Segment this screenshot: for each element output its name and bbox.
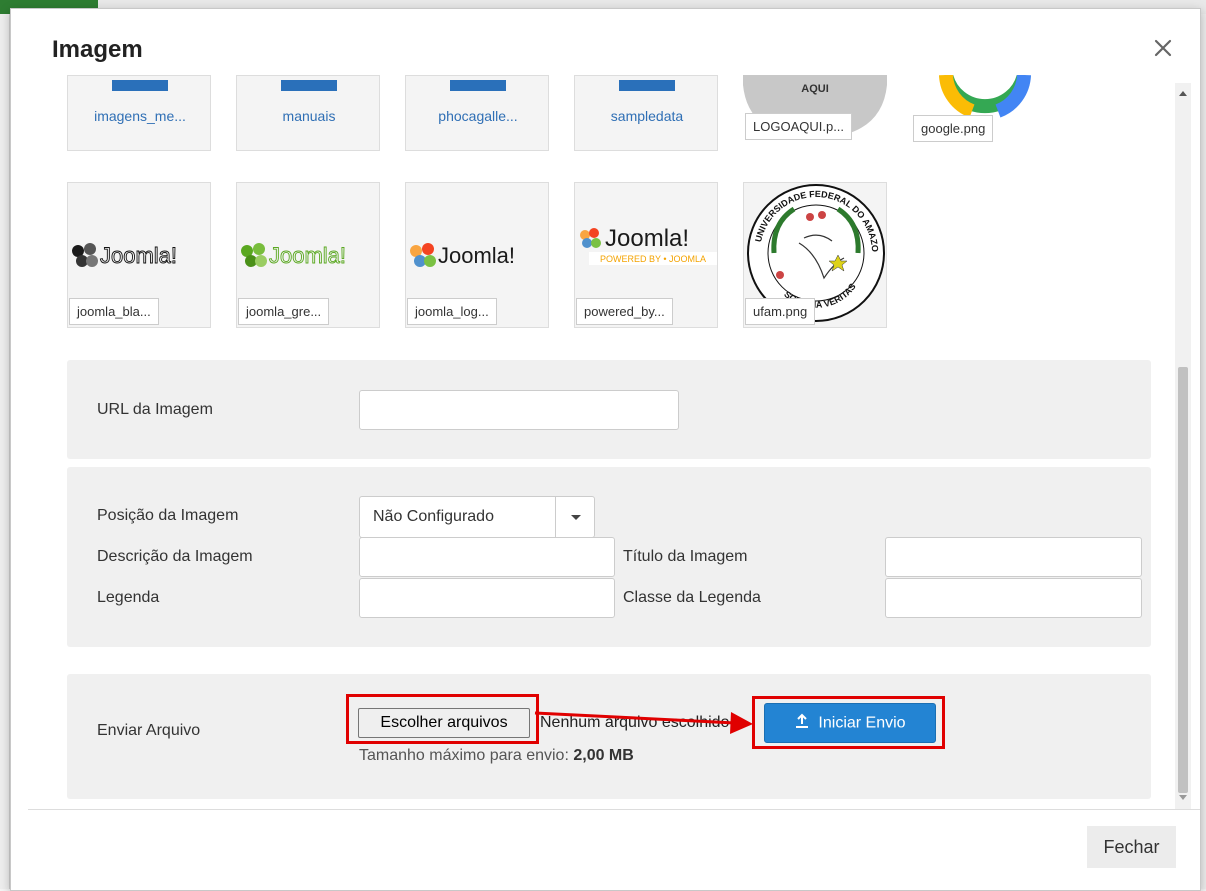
media-item-image[interactable]: Joomla! joomla_gre... [236, 182, 380, 328]
joomla-logo-icon: Joomla! [72, 243, 177, 268]
joomla-logo-text: Joomla! [605, 225, 689, 252]
media-item-label: imagens_me... [94, 108, 186, 124]
media-item-image[interactable]: UNIVERSIDADE FEDERAL DO AMAZONAS SCIENTI… [743, 182, 887, 328]
max-size-label: Tamanho máximo para envio: [359, 747, 569, 764]
image-properties-panel: Posição da Imagem Não Configurado Descri… [67, 467, 1151, 647]
powered-by-text: POWERED BY • JOOMLA [600, 254, 706, 264]
media-item-folder[interactable]: sampledata [574, 75, 718, 151]
close-icon[interactable] [1152, 37, 1174, 59]
media-item-label: joomla_gre... [238, 298, 330, 325]
caret-down-icon [571, 515, 581, 520]
scroll-down-icon[interactable] [1179, 795, 1187, 800]
media-item-label: phocagalle... [438, 108, 518, 124]
background-left-edge [0, 14, 10, 889]
media-item-label: ufam.png [745, 298, 816, 325]
media-item-label: joomla_bla... [69, 298, 159, 325]
modal-header: Imagem [11, 9, 1200, 83]
url-label: URL da Imagem [97, 401, 213, 418]
position-label: Posição da Imagem [97, 507, 239, 524]
url-panel: URL da Imagem [67, 360, 1151, 459]
position-select-value: Não Configurado [373, 508, 494, 525]
max-size-value: 2,00 MB [573, 747, 634, 764]
media-item-label: sampledata [610, 108, 684, 124]
image-modal: Imagem imagens_me... manuais phocagalle.… [10, 8, 1201, 891]
joomla-logo-icon: Joomla! [241, 243, 346, 268]
modal-title: Imagem [52, 36, 143, 63]
footer-divider [28, 809, 1200, 810]
select-toggle[interactable] [555, 497, 595, 537]
scroll-up-icon[interactable] [1179, 91, 1187, 96]
media-item-folder[interactable]: manuais [236, 75, 380, 151]
media-item-label: LOGOAQUI.p... [745, 113, 853, 140]
media-item-label: joomla_log... [407, 298, 497, 325]
media-item-label: manuais [282, 108, 336, 124]
caption-input[interactable] [359, 578, 615, 618]
folder-icon [112, 80, 168, 91]
joomla-logo-text: Joomla! [269, 243, 346, 268]
media-item-image[interactable]: google.png [912, 75, 1056, 151]
logoaqui-text: AQUI [801, 83, 829, 95]
position-select[interactable]: Não Configurado [359, 496, 595, 538]
description-input[interactable] [359, 537, 615, 577]
title-input[interactable] [885, 537, 1142, 577]
caption-class-input[interactable] [885, 578, 1142, 618]
media-item-image[interactable]: Joomla! POWERED BY • JOOMLA powered_by..… [574, 182, 718, 328]
joomla-logo-icon: Joomla! [410, 243, 515, 268]
joomla-powered-logo-icon: Joomla! POWERED BY • JOOMLA [580, 225, 717, 265]
annotation-arrow-icon [534, 711, 753, 734]
media-item-folder[interactable]: imagens_me... [67, 75, 211, 151]
folder-icon [619, 80, 675, 91]
media-item-image[interactable]: Joomla! joomla_bla... [67, 182, 211, 328]
upload-panel: Enviar Arquivo Escolher arquivos Nenhum … [67, 674, 1151, 799]
modal-scrollbar[interactable] [1175, 83, 1191, 809]
folder-icon [281, 80, 337, 91]
media-item-image[interactable]: AQUI LOGOAQUI.p... [743, 75, 887, 151]
description-label: Descrição da Imagem [97, 548, 253, 565]
caption-label: Legenda [97, 589, 160, 606]
joomla-logo-text: Joomla! [438, 243, 515, 268]
max-upload-size: Tamanho máximo para envio: 2,00 MB [359, 747, 634, 765]
media-item-label: powered_by... [576, 298, 673, 325]
annotation-box-choose [346, 694, 539, 744]
close-button[interactable]: Fechar [1087, 826, 1176, 868]
upload-label: Enviar Arquivo [97, 722, 201, 739]
media-item-folder[interactable]: phocagalle... [405, 75, 549, 151]
folder-icon [450, 80, 506, 91]
scrollbar-thumb[interactable] [1178, 367, 1188, 793]
annotation-box-upload [752, 696, 945, 749]
url-input[interactable] [359, 390, 679, 430]
caption-class-label: Classe da Legenda [623, 589, 761, 606]
media-item-label: google.png [913, 115, 994, 142]
title-label: Título da Imagem [623, 548, 748, 565]
media-item-image[interactable]: Joomla! joomla_log... [405, 182, 549, 328]
joomla-logo-text: Joomla! [100, 243, 177, 268]
modal-body: imagens_me... manuais phocagalle... samp… [28, 75, 1183, 809]
